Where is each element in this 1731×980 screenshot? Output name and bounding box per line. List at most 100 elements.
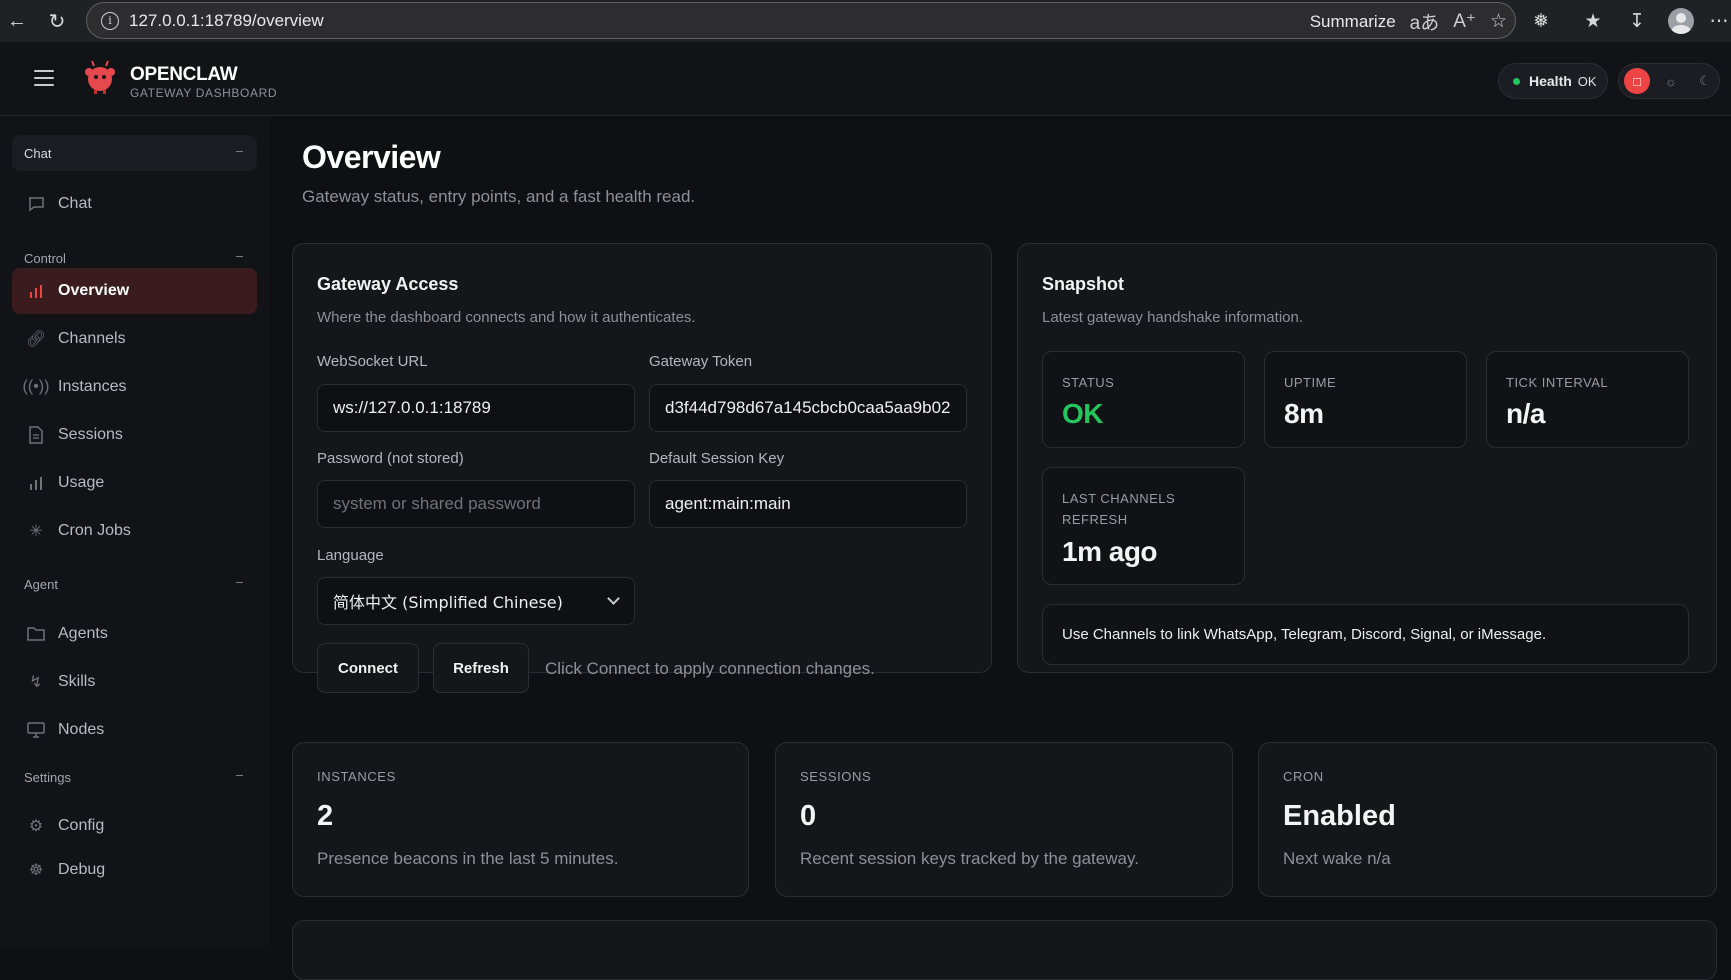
stat-value: 1m ago	[1062, 536, 1158, 567]
page-title: Overview	[302, 139, 441, 175]
reload-icon[interactable]: ↻	[40, 4, 74, 38]
uptime-stat: UPTIME 8m	[1264, 351, 1467, 448]
sidebar-item-config[interactable]: ⚙ Config	[12, 803, 257, 849]
sidebar-section-settings[interactable]: Settings	[12, 759, 257, 795]
sidebar-item-sessions[interactable]: Sessions	[12, 412, 257, 458]
next-section-card	[292, 920, 1717, 980]
message-icon	[26, 194, 46, 214]
menu-toggle-icon[interactable]	[34, 70, 54, 86]
websocket-url-label: WebSocket URL	[317, 353, 428, 370]
sidebar-item-debug[interactable]: ☸ Debug	[12, 847, 257, 893]
sidebar-item-label: Cron Jobs	[58, 522, 131, 539]
chevron-down-icon	[607, 592, 620, 605]
favorites-icon[interactable]: ★	[1576, 4, 1610, 38]
monitor-theme-icon[interactable]: □	[1624, 68, 1650, 94]
read-aloud-icon[interactable]: A⁺	[1453, 10, 1476, 33]
stat-label: TICK INTERVAL	[1506, 375, 1609, 390]
card-subtitle: Where the dashboard connects and how it …	[317, 309, 696, 326]
back-icon[interactable]: ←	[0, 4, 34, 38]
summarize-button[interactable]: Summarize	[1310, 12, 1396, 32]
stat-value: 8m	[1284, 398, 1324, 429]
sidebar-item-label: Usage	[58, 474, 105, 491]
cron-card: CRON Enabled Next wake n/a	[1258, 742, 1717, 897]
collapse-icon	[236, 256, 243, 257]
gateway-access-card: Gateway Access Where the dashboard conne…	[292, 243, 992, 693]
collapse-icon	[236, 582, 243, 583]
sidebar-item-cron-jobs[interactable]: ✳ Cron Jobs	[12, 508, 257, 554]
sidebar-item-chat[interactable]: Chat	[12, 181, 257, 227]
sun-theme-icon[interactable]: ☼	[1658, 68, 1684, 94]
connect-button[interactable]: Connect	[317, 643, 419, 693]
password-input[interactable]: system or shared password	[317, 480, 635, 528]
bolt-icon: ↯	[29, 674, 43, 691]
loader-icon: ✳	[29, 523, 43, 540]
language-label: Language	[317, 547, 384, 564]
sidebar-item-label: Sessions	[58, 426, 123, 443]
theme-switcher: □ ☼ ☾	[1618, 63, 1720, 99]
collapse-icon	[236, 775, 243, 776]
session-key-input[interactable]: agent:main:main	[649, 480, 967, 528]
extensions-icon[interactable]: ❅	[1524, 4, 1558, 38]
app-header: OPENCLAW GATEWAY DASHBOARD Health OK □ ☼…	[0, 42, 1731, 116]
sidebar-item-instances[interactable]: ((•)) Instances	[12, 364, 257, 410]
gear-icon: ⚙	[28, 818, 44, 835]
sidebar-item-usage[interactable]: Usage	[12, 460, 257, 506]
refresh-button[interactable]: Refresh	[433, 643, 529, 693]
stat-value: n/a	[1506, 398, 1545, 429]
profile-avatar[interactable]	[1664, 4, 1698, 38]
section-title: Agent	[24, 576, 58, 592]
websocket-url-input[interactable]: ws://127.0.0.1:18789	[317, 384, 635, 432]
sidebar-item-channels[interactable]: 🔗︎ Channels	[12, 316, 257, 362]
language-select-value: 简体中文 (Simplified Chinese)	[333, 593, 563, 612]
sidebar-item-label: Skills	[58, 673, 96, 690]
sidebar-section-chat[interactable]: Chat	[12, 135, 257, 171]
stat-label: UPTIME	[1284, 375, 1337, 390]
link-icon: 🔗︎	[25, 331, 47, 348]
health-label: Health	[1529, 73, 1572, 89]
stat-value: OK	[1062, 398, 1104, 429]
sidebar-item-agents[interactable]: Agents	[12, 611, 257, 657]
section-title: Settings	[24, 769, 71, 785]
bar-chart-icon	[26, 281, 46, 301]
sidebar-item-label: Overview	[58, 282, 130, 299]
tick-interval-stat: TICK INTERVAL n/a	[1486, 351, 1689, 448]
collapse-icon	[236, 151, 243, 152]
openclaw-logo-icon	[85, 60, 115, 94]
stat-label: LAST CHANNELS REFRESH	[1062, 488, 1175, 530]
more-menu-icon[interactable]: ⋯	[1702, 4, 1731, 38]
address-url[interactable]: 127.0.0.1:18789/overview	[129, 11, 324, 31]
status-stat: STATUS OK	[1042, 351, 1245, 448]
sidebar-item-label: Config	[58, 817, 105, 834]
site-info-icon[interactable]: i	[101, 11, 119, 30]
health-status-dot	[1513, 77, 1520, 85]
metric-subtitle: Next wake n/a	[1283, 849, 1391, 868]
section-title: Chat	[24, 145, 52, 161]
stat-label-line: REFRESH	[1062, 512, 1128, 527]
translate-icon[interactable]: aあ	[1410, 8, 1440, 35]
language-select[interactable]: 简体中文 (Simplified Chinese)	[317, 577, 635, 625]
card-title: Gateway Access	[317, 274, 459, 294]
broadcast-icon: ((•))	[22, 378, 50, 395]
address-bar[interactable]: i 127.0.0.1:18789/overview Summarize aあ …	[86, 2, 1516, 39]
sidebar-section-agent[interactable]: Agent	[12, 566, 257, 602]
stat-label: STATUS	[1062, 375, 1115, 390]
metric-subtitle: Recent session keys tracked by the gatew…	[800, 849, 1139, 868]
favorite-star-icon[interactable]: ☆	[1490, 10, 1507, 33]
metric-value: Enabled	[1283, 800, 1396, 832]
sidebar-item-skills[interactable]: ↯ Skills	[12, 659, 257, 705]
monitor-icon	[26, 720, 46, 740]
connect-hint: Click Connect to apply connection change…	[545, 659, 875, 678]
moon-theme-icon[interactable]: ☾	[1692, 68, 1718, 94]
sessions-card: SESSIONS 0 Recent session keys tracked b…	[775, 742, 1233, 897]
bug-icon: ☸	[28, 862, 44, 879]
section-title: Control	[24, 250, 66, 266]
sidebar-item-overview[interactable]: Overview	[12, 268, 257, 314]
password-label: Password (not stored)	[317, 450, 464, 467]
downloads-icon[interactable]: ↧	[1620, 4, 1654, 38]
gateway-token-input[interactable]: d3f44d798d67a145cbcb0caa5aa9b02	[649, 384, 967, 432]
last-channels-refresh-stat: LAST CHANNELS REFRESH 1m ago	[1042, 467, 1245, 585]
sidebar-item-label: Debug	[58, 861, 106, 878]
summarize-label: Summarize	[1309, 11, 1396, 31]
sidebar-item-nodes[interactable]: Nodes	[12, 707, 257, 753]
gateway-token-label: Gateway Token	[649, 353, 753, 370]
